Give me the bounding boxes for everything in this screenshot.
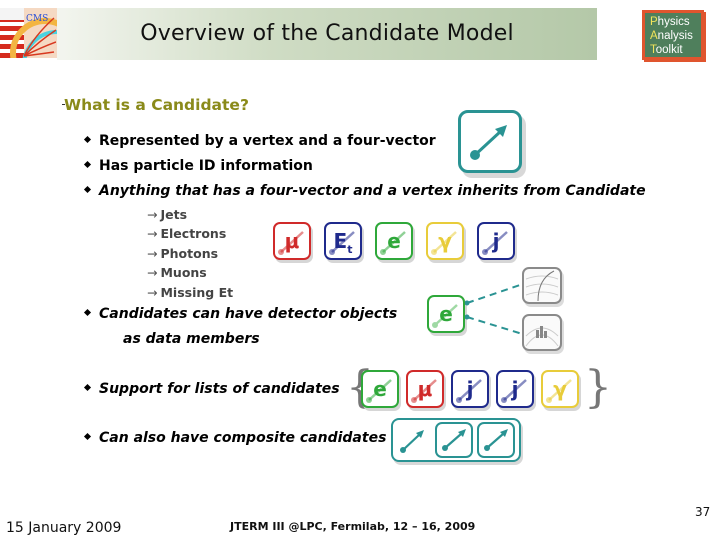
- jet-candidate-icon: j: [477, 222, 515, 260]
- sub-item-muons: → Muons: [147, 265, 207, 280]
- photon-candidate-icon: γ: [541, 370, 579, 408]
- jet-symbol: j: [511, 377, 519, 401]
- candidate-icon: [458, 110, 522, 173]
- jet-symbol: j: [466, 377, 474, 401]
- four-vector-arrow-icon: [400, 430, 424, 453]
- four-vector-arrow-icon: [484, 429, 508, 451]
- photon-symbol: γ: [438, 229, 452, 253]
- bullet-item: Support for lists of candidates: [83, 381, 340, 397]
- flag-canton: [0, 8, 24, 20]
- bullet-text: Support for lists of candidates: [99, 381, 340, 397]
- electron-candidate-icon: e: [427, 295, 465, 333]
- bullet-icon: [83, 160, 92, 168]
- composite-candidate-icon: [391, 418, 521, 462]
- bullet-icon: [83, 383, 92, 391]
- cms-logo: CMS: [0, 8, 57, 58]
- electron-candidate-icon: e: [361, 370, 399, 408]
- bullet-text: Represented by a vertex and a four-vecto…: [99, 133, 436, 149]
- missing-et-candidate-icon: Et: [324, 222, 362, 260]
- section-title: What is a Candidate?: [64, 96, 249, 114]
- bullet-item: Candidates can have detector objects: [83, 306, 398, 322]
- bullet-icon: [83, 432, 92, 440]
- electron-candidate-icon: e: [375, 222, 413, 260]
- muon-candidate-icon: μ: [406, 370, 444, 408]
- bullet-text: Candidates can have detector objects: [99, 306, 398, 322]
- bullet-item: Represented by a vertex and a four-vecto…: [83, 133, 436, 149]
- four-vector-arrow-icon: [470, 125, 507, 160]
- bullet-text: Anything that has a four-vector and a ve…: [99, 183, 646, 199]
- right-brace: }: [584, 362, 612, 413]
- slide-title: Overview of the Candidate Model: [57, 8, 597, 60]
- slide-header: CMS Overview of the Candidate Model Phys…: [0, 8, 720, 62]
- jet-symbol: j: [492, 229, 500, 253]
- bullet-icon: [83, 135, 92, 143]
- bullet-icon: [83, 185, 92, 193]
- tracker-hit-icon: [522, 267, 562, 304]
- missing-et-symbol: Et: [333, 229, 353, 256]
- muon-symbol: μ: [284, 229, 300, 253]
- bullet-text: Has particle ID information: [99, 158, 313, 174]
- electron-symbol: e: [439, 302, 453, 326]
- photon-symbol: γ: [553, 377, 567, 401]
- sub-item-photons: → Photons: [147, 246, 219, 261]
- bullet-item: Has particle ID information: [83, 158, 313, 174]
- footer-event: JTERM III @LPC, Fermilab, 12 – 16, 2009: [230, 520, 476, 533]
- sub-item-missing-et: → Missing Et: [147, 285, 234, 300]
- sub-item-electrons: → Electrons: [147, 226, 227, 241]
- badge-line: Physics: [650, 16, 690, 28]
- track-curve-icon: [525, 270, 559, 302]
- footer-date: 15 January 2009: [6, 520, 122, 536]
- sub-item-jets: → Jets: [147, 207, 188, 222]
- energy-deposit-icon: [525, 326, 559, 347]
- bullet-text: Can also have composite candidates: [99, 430, 387, 446]
- muon-candidate-icon: μ: [273, 222, 311, 260]
- muon-symbol: μ: [417, 377, 433, 401]
- logo-text: CMS: [26, 14, 49, 24]
- badge-line: Toolkit: [650, 44, 683, 56]
- jet-candidate-icon: j: [451, 370, 489, 408]
- electron-symbol: e: [387, 229, 401, 253]
- badge-line: Analysis: [650, 30, 693, 42]
- calorimeter-cluster-icon: [522, 314, 562, 351]
- bullet-continuation: as data members: [123, 331, 260, 347]
- bullet-icon: [83, 308, 92, 316]
- page-number: 37: [695, 505, 711, 519]
- physics-analysis-toolkit-badge: Physics Analysis Toolkit: [642, 10, 704, 60]
- bullet-item: Anything that has a four-vector and a ve…: [83, 183, 646, 199]
- bullet-item: Can also have composite candidates: [83, 430, 387, 446]
- daughter-candidate-icon: [435, 422, 473, 458]
- daughter-candidate-icon: [477, 422, 515, 458]
- electron-symbol: e: [373, 377, 387, 401]
- jet-candidate-icon: j: [496, 370, 534, 408]
- four-vector-arrow-icon: [442, 429, 466, 451]
- photon-candidate-icon: γ: [426, 222, 464, 260]
